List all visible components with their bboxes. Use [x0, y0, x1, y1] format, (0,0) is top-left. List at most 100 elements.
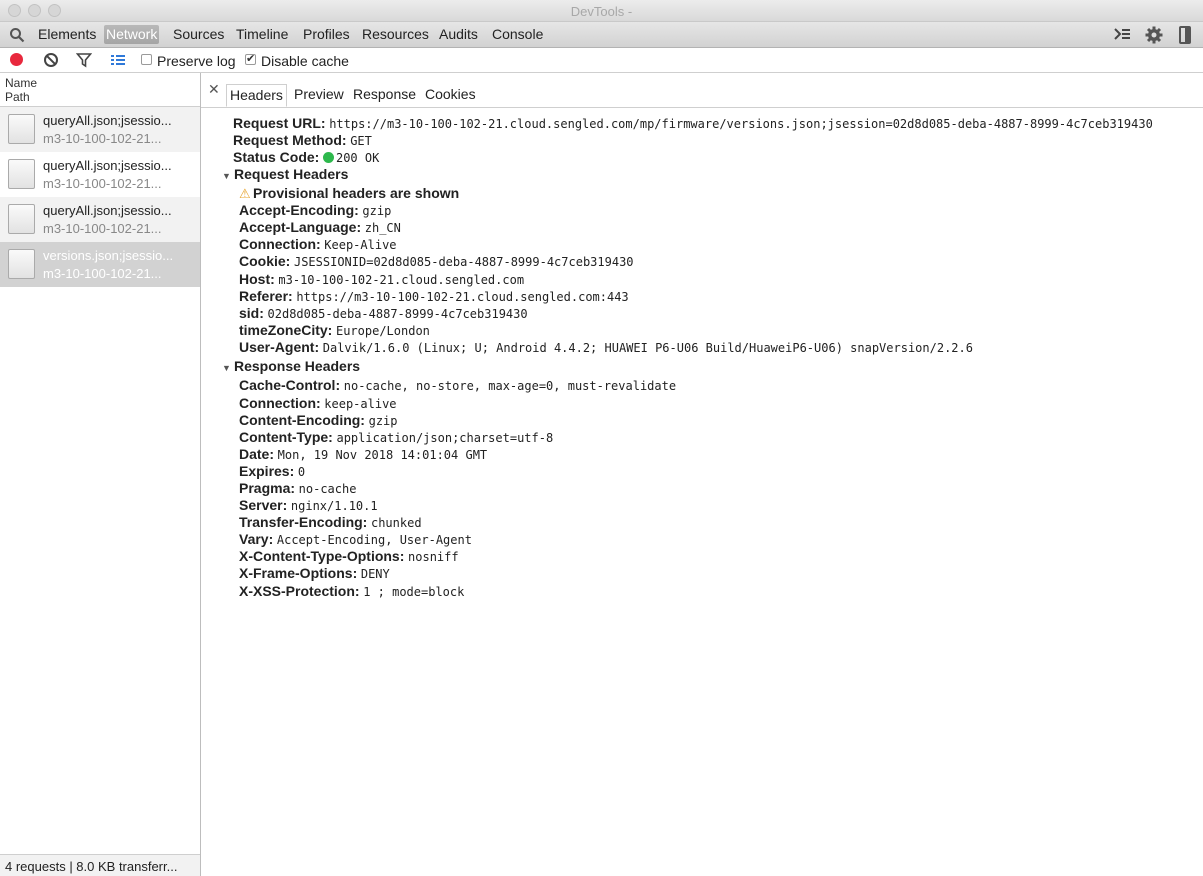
header-value: JSESSIONID=02d8d085-deba-4887-8999-4c7ce… — [293, 255, 634, 269]
header-row: Transfer-Encoding: chunked — [239, 514, 422, 531]
header-value: no-cache, no-store, max-age=0, must-reva… — [343, 379, 677, 393]
column-path-header: Path — [5, 90, 30, 104]
request-name: versions.json;jsessio... — [43, 248, 174, 263]
file-icon — [8, 249, 35, 279]
header-row: Content-Type: application/json;charset=u… — [239, 429, 553, 446]
disable-cache-checkbox[interactable] — [245, 52, 256, 65]
header-key: Request Method: — [233, 132, 347, 148]
header-row: Pragma: no-cache — [239, 480, 356, 497]
header-value: Europe/London — [335, 324, 430, 338]
header-value: gzip — [368, 414, 398, 428]
main-toolbar: Elements Network Sources Timeline Profil… — [0, 22, 1203, 48]
expand-triangle-icon: ▼ — [222, 363, 231, 373]
header-value: 02d8d085-deba-4887-8999-4c7ceb319430 — [267, 307, 528, 321]
header-key: sid: — [239, 305, 264, 321]
tab-timeline[interactable]: Timeline — [234, 25, 290, 44]
request-path: m3-10-100-102-21... — [43, 221, 162, 236]
column-name-header: Name — [5, 76, 38, 90]
request-row-selected[interactable]: versions.json;jsessio... m3-10-100-102-2… — [0, 242, 200, 287]
header-row: Host: m3-10-100-102-21.cloud.sengled.com — [239, 271, 524, 288]
filter-icon[interactable] — [75, 52, 93, 71]
header-row: Connection: Keep-Alive — [239, 236, 397, 253]
preserve-log-label: Preserve log — [157, 53, 236, 69]
dock-icon[interactable] — [1179, 26, 1191, 47]
request-headers-section[interactable]: ▼ Request Headers — [222, 166, 348, 183]
drawer-icon[interactable] — [1113, 26, 1131, 45]
header-key: User-Agent: — [239, 339, 320, 355]
window-title: DevTools - — [570, 4, 633, 19]
file-icon — [8, 204, 35, 234]
header-key: timeZoneCity: — [239, 322, 333, 338]
preserve-log-checkbox[interactable] — [141, 54, 152, 65]
header-value: chunked — [370, 516, 422, 530]
header-value: Mon, 19 Nov 2018 14:01:04 GMT — [277, 448, 488, 462]
header-value: gzip — [362, 204, 392, 218]
requests-panel: Name Path queryAll.json;jsessio... m3-10… — [0, 73, 201, 876]
request-name: queryAll.json;jsessio... — [43, 158, 172, 173]
general-row: Status Code: 200 OK — [233, 149, 379, 166]
request-path: m3-10-100-102-21... — [43, 266, 162, 281]
tab-audits[interactable]: Audits — [437, 25, 480, 44]
record-icon[interactable] — [10, 53, 23, 66]
warning-text: Provisional headers are shown — [253, 185, 460, 201]
header-value: application/json;charset=utf-8 — [336, 431, 554, 445]
request-row[interactable]: queryAll.json;jsessio... m3-10-100-102-2… — [0, 197, 200, 242]
request-path: m3-10-100-102-21... — [43, 176, 162, 191]
tab-profiles[interactable]: Profiles — [301, 25, 352, 44]
tab-response[interactable]: Response — [350, 84, 419, 107]
title-bar: DevTools - — [0, 0, 1203, 22]
list-view-icon[interactable] — [110, 52, 126, 71]
header-row: Server: nginx/1.10.1 — [239, 497, 378, 514]
provisional-warning: ⚠ Provisional headers are shown — [239, 185, 459, 202]
tab-network[interactable]: Network — [104, 25, 160, 44]
disable-cache-label: Disable cache — [261, 53, 349, 69]
header-row: Content-Encoding: gzip — [239, 412, 398, 429]
search-icon[interactable] — [9, 27, 25, 43]
header-key: Accept-Encoding: — [239, 202, 359, 218]
header-key: Connection: — [239, 236, 321, 252]
close-icon[interactable]: ✕ — [208, 81, 220, 98]
header-value: no-cache — [298, 482, 357, 496]
header-key: Cookie: — [239, 253, 291, 269]
expand-triangle-icon: ▼ — [222, 171, 231, 181]
header-key: Transfer-Encoding: — [239, 514, 368, 530]
tab-sources[interactable]: Sources — [171, 25, 226, 44]
request-row[interactable]: queryAll.json;jsessio... m3-10-100-102-2… — [0, 152, 200, 197]
gear-icon[interactable] — [1145, 26, 1163, 47]
clear-icon[interactable] — [43, 52, 59, 71]
response-headers-section[interactable]: ▼ Response Headers — [222, 358, 360, 375]
header-key: Request URL: — [233, 115, 326, 131]
header-key: X-XSS-Protection: — [239, 583, 360, 599]
tab-elements[interactable]: Elements — [36, 25, 98, 44]
header-row: Accept-Language: zh_CN — [239, 219, 401, 236]
header-value: Dalvik/1.6.0 (Linux; U; Android 4.4.2; H… — [322, 341, 973, 355]
tab-preview[interactable]: Preview — [291, 84, 347, 107]
network-toolbar: Preserve log Disable cache — [0, 48, 1203, 73]
tab-cookies[interactable]: Cookies — [422, 84, 479, 107]
header-key: Content-Encoding: — [239, 412, 365, 428]
header-row: Vary: Accept-Encoding, User-Agent — [239, 531, 472, 548]
tab-console[interactable]: Console — [490, 25, 545, 44]
requests-summary: 4 requests | 8.0 KB transferr... — [0, 854, 200, 876]
header-key: Expires: — [239, 463, 295, 479]
tab-resources[interactable]: Resources — [360, 25, 431, 44]
header-row: Referer: https://m3-10-100-102-21.cloud.… — [239, 288, 629, 305]
file-icon — [8, 114, 35, 144]
tab-headers[interactable]: Headers — [226, 84, 287, 107]
warning-icon: ⚠ — [239, 186, 251, 201]
header-key: Status Code: — [233, 149, 320, 165]
file-icon — [8, 159, 35, 189]
header-value: 1 ; mode=block — [363, 585, 465, 599]
header-row: timeZoneCity: Europe/London — [239, 322, 430, 339]
header-key: Date: — [239, 446, 275, 462]
detail-tabs: ✕ Headers Preview Response Cookies — [201, 73, 1203, 108]
header-key: Host: — [239, 271, 275, 287]
header-key: Vary: — [239, 531, 274, 547]
header-value: 200 OK — [335, 151, 380, 165]
header-row: Expires: 0 — [239, 463, 305, 480]
header-value: https://m3-10-100-102-21.cloud.sengled.c… — [296, 290, 629, 304]
request-row[interactable]: queryAll.json;jsessio... m3-10-100-102-2… — [0, 107, 200, 152]
request-path: m3-10-100-102-21... — [43, 131, 162, 146]
requests-column-header[interactable]: Name Path — [0, 73, 200, 107]
header-value: nosniff — [408, 550, 459, 564]
